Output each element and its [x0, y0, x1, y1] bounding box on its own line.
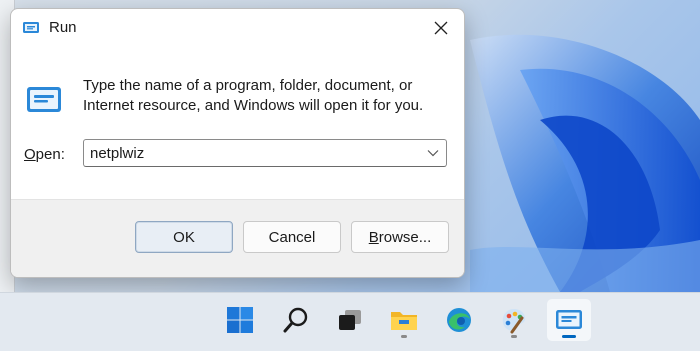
- task-view-button[interactable]: [328, 299, 372, 341]
- file-explorer-button[interactable]: [382, 299, 426, 341]
- open-combobox[interactable]: [83, 139, 447, 167]
- run-taskbar-button[interactable]: [547, 299, 591, 341]
- dropdown-button[interactable]: [424, 144, 442, 162]
- browse-label: rowse...: [378, 228, 432, 246]
- close-button[interactable]: [418, 9, 464, 47]
- command-input[interactable]: [90, 143, 410, 163]
- cancel-button[interactable]: Cancel: [243, 221, 341, 253]
- open-label: Open:: [24, 146, 65, 163]
- run-icon: [23, 22, 39, 33]
- browse-button[interactable]: Browse...: [351, 221, 449, 253]
- start-button[interactable]: [218, 299, 262, 341]
- taskbar: [0, 292, 700, 351]
- edge-button[interactable]: [437, 299, 481, 341]
- search-button[interactable]: [274, 299, 318, 341]
- run-icon: [27, 87, 61, 112]
- open-label-mnemonic: O: [24, 146, 36, 163]
- run-dialog: Run Type the name of a program, folder, …: [10, 8, 465, 278]
- close-icon: [434, 21, 448, 35]
- windows-logo-icon: [227, 307, 253, 333]
- title-bar: Run: [11, 9, 464, 47]
- open-label-text: pen:: [35, 146, 65, 163]
- dialog-title: Run: [49, 19, 77, 36]
- run-icon: [556, 310, 582, 329]
- running-indicator: [511, 335, 517, 338]
- running-indicator: [401, 335, 407, 338]
- ok-button[interactable]: OK: [135, 221, 233, 253]
- paint-icon: [502, 309, 526, 334]
- edge-icon: [447, 308, 471, 332]
- browse-mnemonic: B: [368, 228, 379, 246]
- search-icon: [283, 307, 308, 333]
- folder-icon: [391, 312, 417, 330]
- task-view-icon: [339, 310, 361, 330]
- active-indicator: [562, 335, 576, 338]
- chevron-down-icon: [427, 150, 439, 157]
- dialog-description: Type the name of a program, folder, docu…: [83, 77, 424, 114]
- paint-button[interactable]: [492, 299, 536, 341]
